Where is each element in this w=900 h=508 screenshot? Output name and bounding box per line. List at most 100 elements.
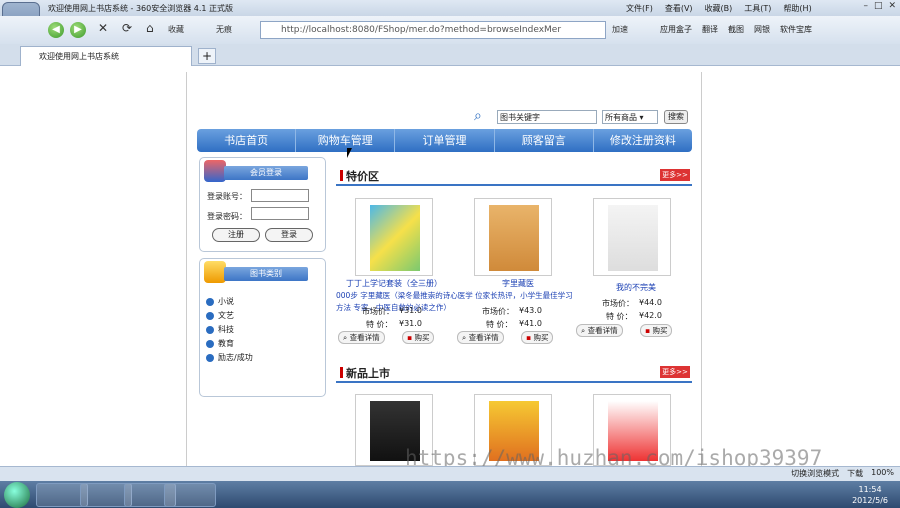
zoom-level[interactable]: 100% (871, 468, 894, 479)
home-icon[interactable]: ⌂ (146, 21, 154, 35)
special-title: 特价区 (346, 170, 379, 183)
ebank-button[interactable]: 网银 (754, 24, 770, 35)
refresh-icon[interactable]: ⟳ (122, 21, 132, 35)
market-price-label-2: 市场价： (482, 307, 514, 316)
new-books-section-header: 新品上市 更多>> (336, 363, 692, 383)
market-price-label-3: 市场价： (602, 299, 634, 308)
category-select[interactable]: 所有商品 ▾ (602, 110, 658, 124)
start-button[interactable] (4, 482, 30, 508)
clock-time: 11:54 (858, 485, 882, 494)
nav-orders[interactable]: 订单管理 (395, 129, 495, 152)
view-details-button-1[interactable]: ⌕ 查看详情 (338, 331, 385, 344)
view-details-button-3[interactable]: ⌕ 查看详情 (576, 324, 623, 337)
bullet-icon (206, 339, 214, 348)
password-input[interactable] (251, 207, 309, 220)
section-marker (340, 367, 343, 378)
register-button[interactable]: 注册 (212, 228, 260, 242)
category-item[interactable]: 文艺 (206, 310, 234, 321)
new-tab-button[interactable]: + (198, 48, 216, 64)
accelerate-button[interactable]: 加速 (612, 24, 628, 35)
buy-button-3[interactable]: ▪ 购买 (640, 324, 673, 337)
menu-favorites[interactable]: 收藏(B) (705, 3, 733, 14)
maximize-icon[interactable]: □ (874, 1, 883, 11)
mouse-cursor (347, 148, 352, 158)
translate-button[interactable]: 翻译 (702, 24, 718, 35)
menu-file[interactable]: 文件(F) (626, 3, 653, 14)
search-input[interactable]: 图书关键字 (497, 110, 597, 124)
search-button[interactable]: 搜索 (664, 110, 688, 124)
compat-mode-button[interactable]: 切换浏览模式 (791, 468, 839, 479)
search-icon: ⌕ (474, 108, 482, 124)
special-price-label-3: 特 价： (606, 312, 633, 321)
bullet-icon (206, 311, 214, 320)
tab-bookstore[interactable]: 欢迎使用网上书店系统 (20, 46, 192, 66)
special-more-link[interactable]: 更多>> (660, 169, 690, 181)
account-label: 登录账号： (207, 192, 247, 201)
menu-bar: 文件(F) 查看(V) 收藏(B) 工具(T) 帮助(H) (626, 3, 812, 14)
special-price-label-1: 特 价： (366, 320, 393, 329)
section-marker (340, 170, 343, 181)
no-trace-button[interactable]: 无痕 (216, 24, 232, 35)
address-bar[interactable]: http://localhost:8080/FShop/mer.do?metho… (260, 21, 606, 39)
system-clock[interactable]: 11:54 2012/5/6 (852, 484, 888, 506)
back-icon[interactable]: ◀ (48, 22, 64, 38)
bullet-icon (206, 325, 214, 334)
account-input[interactable] (251, 189, 309, 202)
category-label: 文艺 (218, 311, 234, 320)
special-price-label-2: 特 价： (486, 320, 513, 329)
view-details-label: 查看详情 (468, 333, 499, 342)
special-price-3: ¥42.0 (639, 311, 662, 320)
close-icon[interactable]: ✕ (888, 1, 896, 11)
special-section-header: 特价区 更多>> (336, 166, 692, 186)
window-controls: – □ ✕ (863, 1, 896, 11)
market-price-3: ¥44.0 (639, 298, 662, 307)
download-button[interactable]: 下载 (847, 468, 863, 479)
nav-profile[interactable]: 修改注册资料 (594, 129, 692, 152)
new-books-more-link[interactable]: 更多>> (660, 366, 690, 378)
taskbar-eclipse-icon[interactable] (164, 483, 216, 507)
market-price-2: ¥43.0 (519, 306, 542, 315)
special-price-2: ¥41.0 (519, 319, 542, 328)
status-tools: 切换浏览模式 下载 100% (791, 468, 894, 479)
app-box-button[interactable]: 应用盒子 (660, 24, 692, 35)
minimize-icon[interactable]: – (863, 1, 868, 11)
magnifier-icon: ⌕ (462, 333, 469, 342)
category-item[interactable]: 小说 (206, 296, 234, 307)
favorites-button[interactable]: 收藏 (168, 24, 184, 35)
login-title: 会员登录 (224, 166, 308, 180)
book-name-2[interactable]: 字里藏医 (460, 278, 576, 289)
menu-help[interactable]: 帮助(H) (783, 3, 811, 14)
buy-label: 购买 (414, 333, 430, 342)
login-button[interactable]: 登录 (265, 228, 313, 242)
book-name-1[interactable]: 丁丁上学记套装（全三册） (336, 278, 452, 289)
category-item[interactable]: 教育 (206, 338, 234, 349)
magnifier-icon: ⌕ (343, 333, 350, 342)
site-nav: 书店首页 购物车管理 订单管理 顾客留言 修改注册资料 (197, 129, 692, 152)
box-icon (204, 261, 226, 283)
nav-cart[interactable]: 购物车管理 (296, 129, 396, 152)
menu-tools[interactable]: 工具(T) (744, 3, 771, 14)
book-cover-2[interactable] (474, 198, 552, 276)
menu-view[interactable]: 查看(V) (665, 3, 693, 14)
window-title: 欢迎使用网上书店系统 - 360安全浏览器 4.1 正式版 (48, 4, 234, 13)
new-books-title: 新品上市 (346, 367, 390, 380)
nav-home[interactable]: 书店首页 (197, 129, 297, 152)
clock-date: 2012/5/6 (852, 496, 888, 505)
category-label: 励志/成功 (218, 353, 253, 362)
buy-button-2[interactable]: ▪ 购买 (521, 331, 554, 344)
market-price-label-1: 市场价： (362, 307, 394, 316)
forward-icon[interactable]: ▶ (70, 22, 86, 38)
category-item[interactable]: 励志/成功 (206, 352, 253, 363)
view-details-label: 查看详情 (349, 333, 380, 342)
book-cover-3[interactable] (593, 198, 671, 276)
view-details-button-2[interactable]: ⌕ 查看详情 (457, 331, 504, 344)
stop-icon[interactable]: ✕ (98, 21, 108, 35)
buy-button-1[interactable]: ▪ 购买 (402, 331, 435, 344)
book-name-3[interactable]: 我的不完美 (580, 282, 692, 293)
nav-messages[interactable]: 顾客留言 (495, 129, 594, 152)
book-cover-1[interactable] (355, 198, 433, 276)
category-label: 教育 (218, 339, 234, 348)
category-item[interactable]: 科技 (206, 324, 234, 335)
screenshot-button[interactable]: 截图 (728, 24, 744, 35)
software-store-button[interactable]: 软件宝库 (780, 24, 812, 35)
